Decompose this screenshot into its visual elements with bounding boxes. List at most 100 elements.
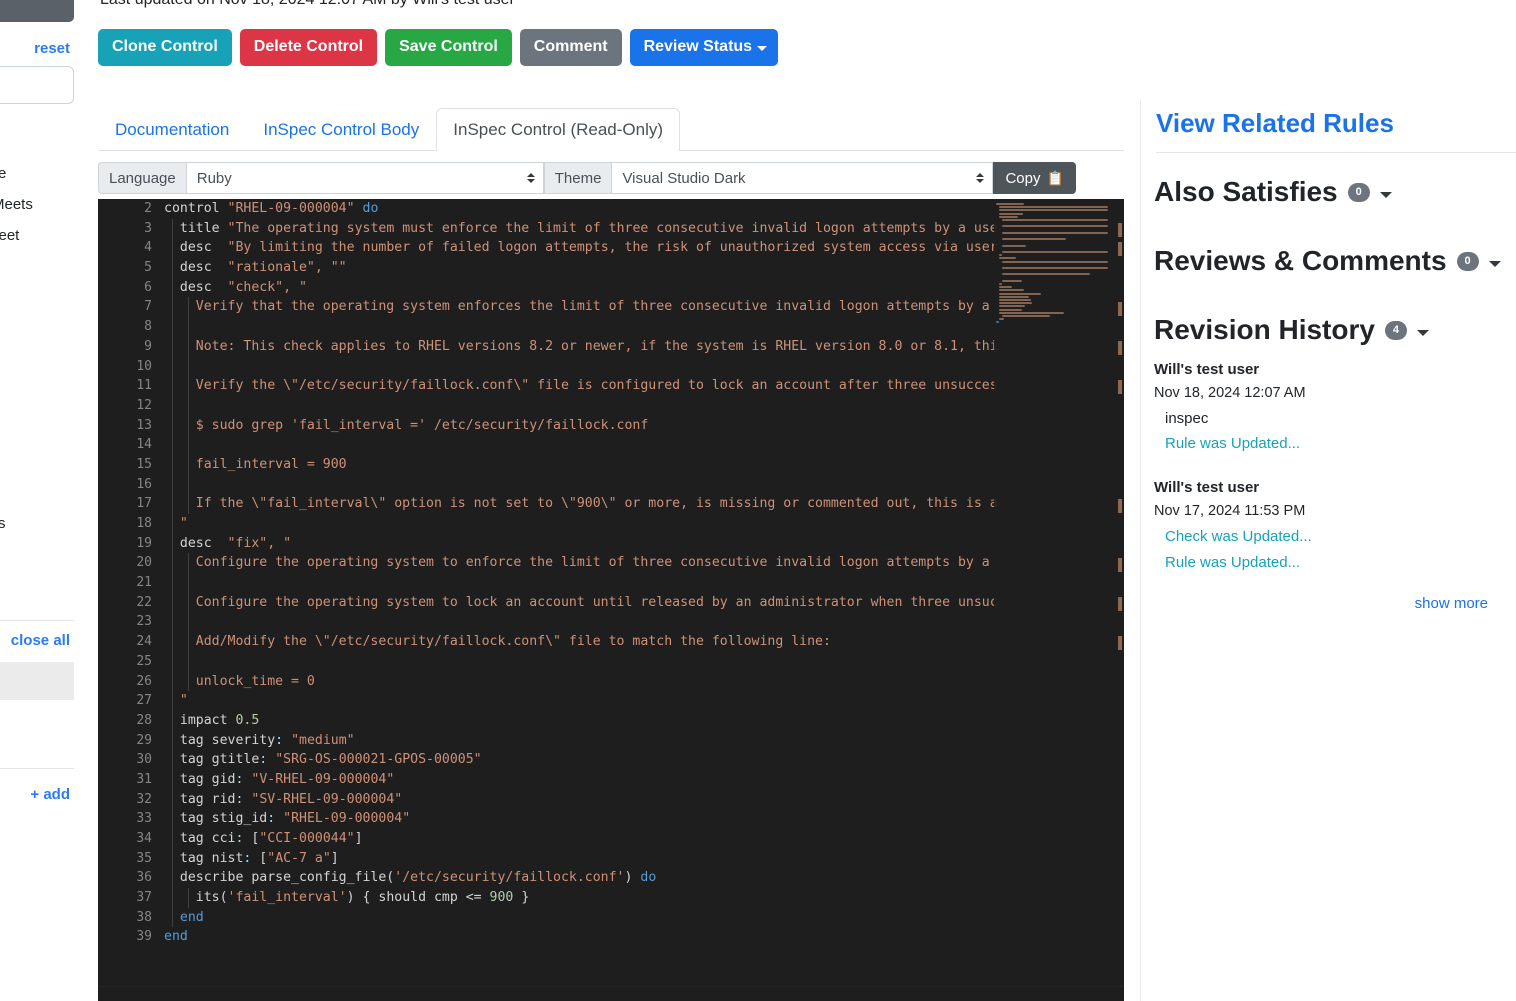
chevron-down-icon	[1380, 192, 1392, 198]
code-line[interactable]: 6 desc "check", "	[98, 278, 1124, 298]
code-line[interactable]: 35 tag nist: ["AC-7 a"]	[98, 849, 1124, 869]
code-line[interactable]: 33 tag stig_id: "RHEL-09-000004"	[98, 809, 1124, 829]
close-all-link[interactable]: close all	[11, 632, 70, 649]
code-line[interactable]: 19 desc "fix", "	[98, 534, 1124, 554]
clone-control-button[interactable]: Clone Control	[98, 29, 232, 66]
editor-minimap[interactable]	[994, 199, 1110, 1001]
code-line-content: Note: This check applies to RHEL version…	[164, 337, 998, 357]
line-number: 8	[98, 317, 152, 337]
code-line-content: desc "check", "	[164, 278, 307, 298]
code-line-content: tag stig_id: "RHEL-09-000004"	[164, 809, 410, 829]
code-editor-lines[interactable]: 2control "RHEL-09-000004" do3 title "The…	[98, 199, 1124, 1001]
code-editor[interactable]: 2control "RHEL-09-000004" do3 title "The…	[98, 199, 1124, 1001]
revision-entry: Will's test userNov 17, 2024 11:53 PMChe…	[1154, 476, 1514, 576]
code-line[interactable]: 8	[98, 317, 1124, 337]
revision-change-link[interactable]: Rule was Updated...	[1154, 550, 1514, 576]
code-line-content: Add/Modify the \"/etc/security/faillock.…	[164, 632, 831, 652]
delete-control-button[interactable]: Delete Control	[240, 29, 377, 66]
code-line[interactable]: 2control "RHEL-09-000004" do	[98, 199, 1124, 219]
tab-documentation[interactable]: Documentation	[98, 108, 246, 151]
code-line[interactable]: 23	[98, 612, 1124, 632]
code-line[interactable]: 39end	[98, 927, 1124, 947]
theme-select[interactable]: Visual Studio Dark	[611, 162, 993, 194]
section-reviews-comments[interactable]: Reviews & Comments 0	[1154, 245, 1501, 277]
minimap-line	[999, 213, 1023, 215]
code-line[interactable]: 18 "	[98, 514, 1124, 534]
code-line[interactable]: 11 Verify the \"/etc/security/faillock.c…	[98, 376, 1124, 396]
revision-timestamp: Nov 17, 2024 11:53 PM	[1154, 500, 1514, 524]
reviews-comments-label: Reviews & Comments	[1154, 245, 1447, 277]
overview-ruler-mark	[1118, 223, 1122, 237]
tab-inspec-control-read-only[interactable]: InSpec Control (Read-Only)	[436, 108, 680, 151]
code-line-content: tag nist: ["AC-7 a"]	[164, 849, 339, 869]
editor-overview-ruler[interactable]	[1110, 199, 1124, 1001]
code-line[interactable]: 36 describe parse_config_file('/etc/secu…	[98, 868, 1124, 888]
code-line[interactable]: 12	[98, 396, 1124, 416]
copy-button[interactable]: Copy 📋	[993, 162, 1075, 194]
code-line[interactable]: 3 title "The operating system must enfor…	[98, 219, 1124, 239]
code-line[interactable]: 30 tag gtitle: "SRG-OS-000021-GPOS-00005…	[98, 750, 1124, 770]
code-line[interactable]: 9 Note: This check applies to RHEL versi…	[98, 337, 1124, 357]
line-number: 13	[98, 416, 152, 436]
code-line[interactable]: 32 tag rid: "SV-RHEL-09-000004"	[98, 790, 1124, 810]
indent-guide	[172, 475, 173, 495]
code-line[interactable]: 31 tag gid: "V-RHEL-09-000004"	[98, 770, 1124, 790]
line-number: 32	[98, 790, 152, 810]
copy-button-label: Copy	[1005, 170, 1040, 187]
code-line[interactable]: 22 Configure the operating system to loc…	[98, 593, 1124, 613]
code-line[interactable]: 5 desc "rationale", ""	[98, 258, 1124, 278]
line-number: 10	[98, 357, 152, 377]
left-divider-lower	[0, 768, 74, 769]
code-line[interactable]: 10	[98, 357, 1124, 377]
minimap-line	[1002, 280, 1022, 282]
code-line[interactable]: 14	[98, 435, 1124, 455]
control-action-toolbar: Clone Control Delete Control Save Contro…	[98, 29, 778, 66]
code-line[interactable]: 28 impact 0.5	[98, 711, 1124, 731]
revision-change-link[interactable]: Rule was Updated...	[1154, 431, 1514, 457]
line-number: 14	[98, 435, 152, 455]
line-number: 33	[98, 809, 152, 829]
code-line[interactable]: 34 tag cci: ["CCI-000044"]	[98, 829, 1124, 849]
editor-horizontal-scrollbar[interactable]	[98, 987, 1124, 1001]
view-related-rules-link[interactable]: View Related Rules	[1156, 108, 1394, 139]
code-line[interactable]: 20 Configure the operating system to enf…	[98, 553, 1124, 573]
reset-link[interactable]: reset	[34, 40, 70, 57]
line-number: 3	[98, 219, 152, 239]
sidebar-divider	[1156, 152, 1516, 153]
left-input-field[interactable]	[0, 66, 74, 104]
comment-button[interactable]: Comment	[520, 29, 622, 66]
left-label-3: Meet	[0, 227, 19, 244]
code-line[interactable]: 29 tag severity: "medium"	[98, 731, 1124, 751]
line-number: 30	[98, 750, 152, 770]
section-revision-history[interactable]: Revision History 4	[1154, 314, 1429, 346]
code-line[interactable]: 27 "	[98, 691, 1124, 711]
code-line[interactable]: 26 unlock_time = 0	[98, 672, 1124, 692]
review-status-dropdown-button[interactable]: Review Status	[630, 29, 778, 66]
revision-change-link[interactable]: Check was Updated...	[1154, 524, 1514, 550]
indent-guide	[172, 357, 173, 377]
show-more-link[interactable]: show more	[1415, 595, 1488, 612]
code-line[interactable]: 15 fail_interval = 900	[98, 455, 1124, 475]
section-also-satisfies[interactable]: Also Satisfies 0	[1154, 176, 1392, 208]
indent-guide	[188, 573, 189, 593]
revision-entry: Will's test userNov 18, 2024 12:07 AMins…	[1154, 358, 1514, 458]
add-link[interactable]: + add	[30, 786, 70, 803]
line-number: 23	[98, 612, 152, 632]
code-line[interactable]: 16	[98, 475, 1124, 495]
code-line[interactable]: 21	[98, 573, 1124, 593]
code-line[interactable]: 13 $ sudo grep 'fail_interval =' /etc/se…	[98, 416, 1124, 436]
indent-guide	[188, 357, 189, 377]
line-number: 24	[98, 632, 152, 652]
code-line[interactable]: 24 Add/Modify the \"/etc/security/faillo…	[98, 632, 1124, 652]
save-control-button[interactable]: Save Control	[385, 29, 512, 66]
code-line[interactable]: 37 its('fail_interval') { should cmp <= …	[98, 888, 1124, 908]
left-gray-button[interactable]	[0, 0, 74, 22]
language-select[interactable]: Ruby	[186, 162, 544, 194]
code-line[interactable]: 25	[98, 652, 1124, 672]
code-line[interactable]: 38 end	[98, 908, 1124, 928]
code-line[interactable]: 4 desc "By limiting the number of failed…	[98, 238, 1124, 258]
tab-inspec-control-body[interactable]: InSpec Control Body	[246, 108, 436, 151]
code-line[interactable]: 7 Verify that the operating system enfor…	[98, 297, 1124, 317]
code-line[interactable]: 17 If the \"fail_interval\" option is no…	[98, 494, 1124, 514]
revision-source: inspec	[1154, 406, 1514, 432]
